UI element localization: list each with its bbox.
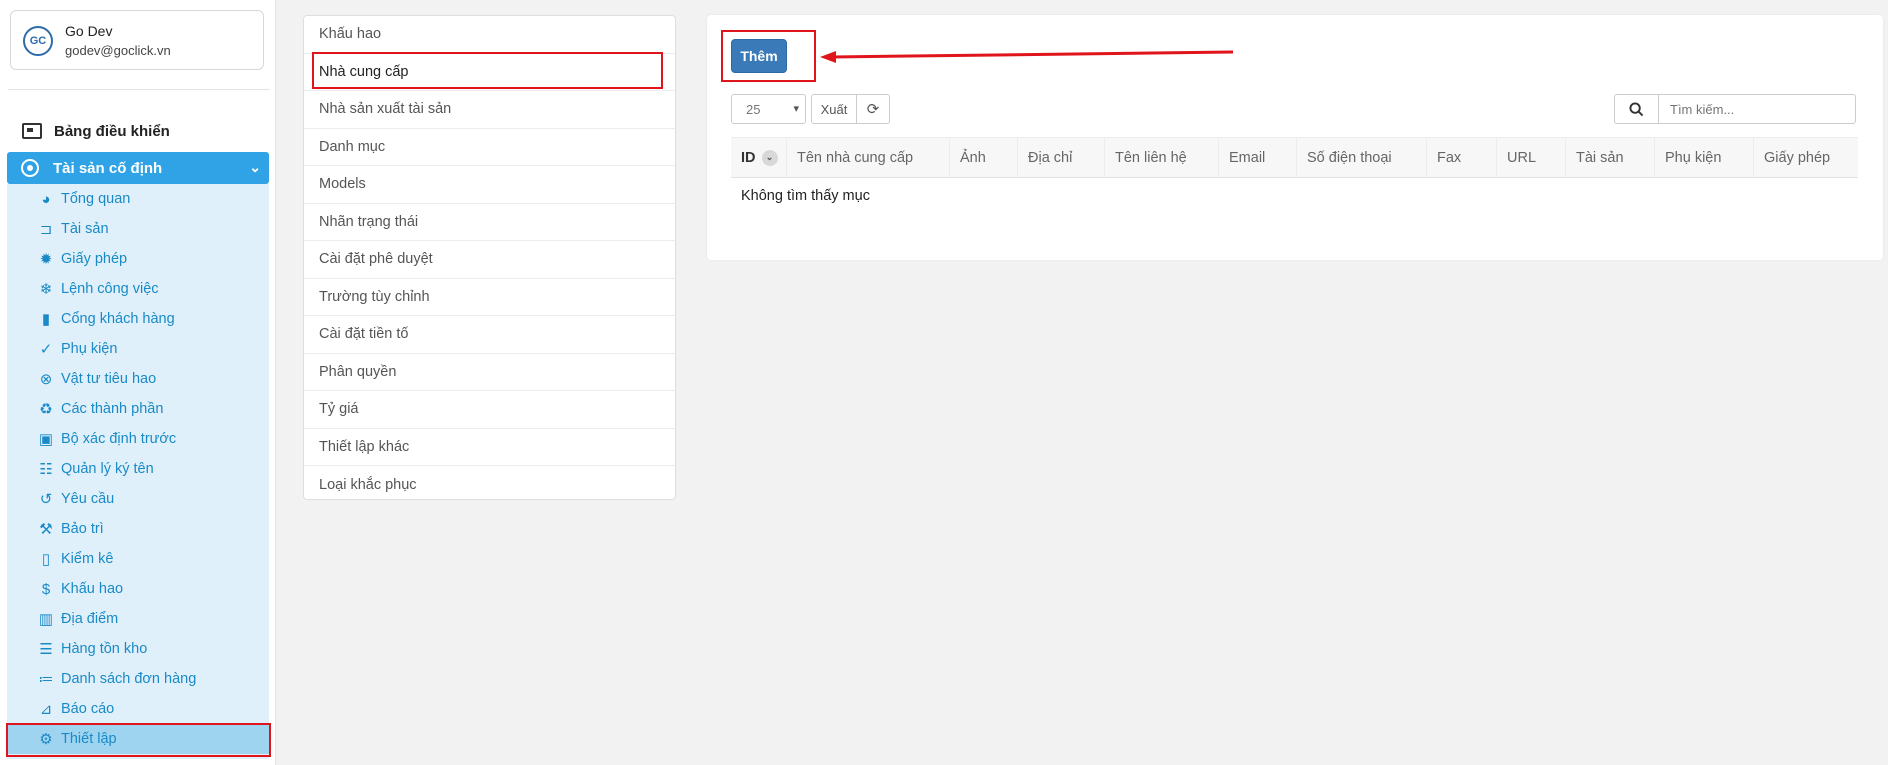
annotation-arrow: [820, 50, 1234, 63]
